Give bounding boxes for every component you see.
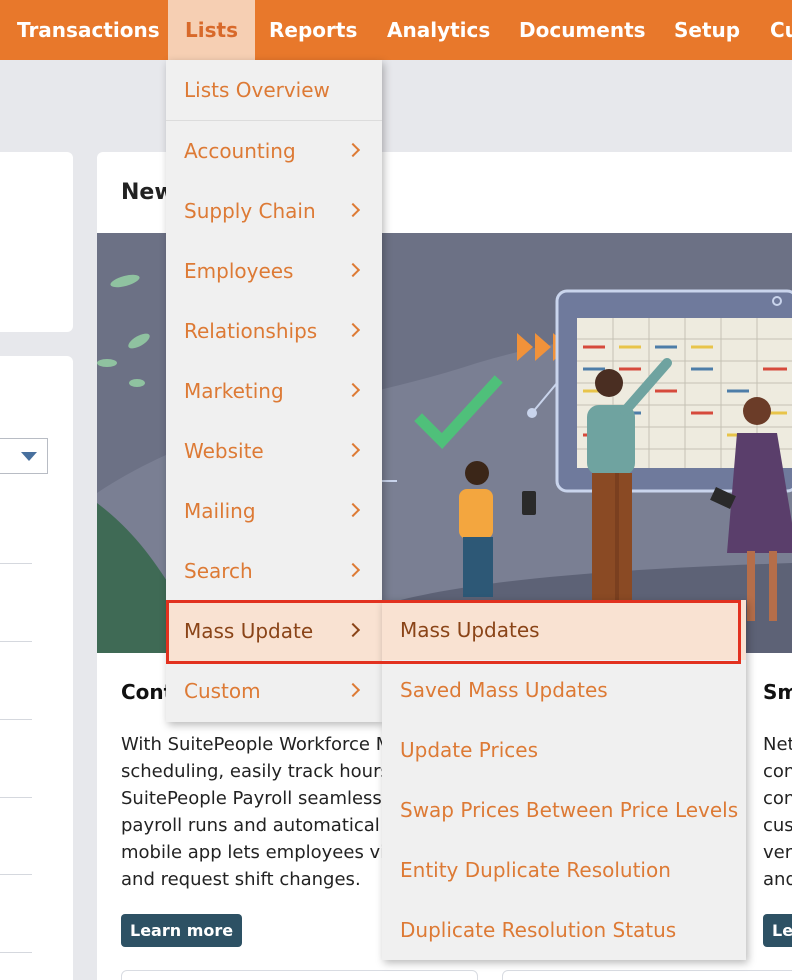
- menu-item-marketing[interactable]: Marketing: [166, 361, 382, 421]
- nav-transactions[interactable]: Transactions: [0, 0, 177, 60]
- menu-item-label: Search: [184, 559, 253, 583]
- learn-more-button[interactable]: Learn more: [121, 914, 243, 947]
- mini-card: [502, 970, 792, 980]
- chevron-right-icon: [345, 202, 361, 218]
- submenu-item-entity-duplicate-resolution[interactable]: Entity Duplicate Resolution: [382, 840, 746, 900]
- description-line: and request shift changes.: [121, 869, 361, 890]
- side-learn-more-button[interactable]: Le: [763, 914, 792, 947]
- menu-item-website[interactable]: Website: [166, 421, 382, 481]
- chevron-right-icon: [345, 562, 361, 578]
- menu-item-mailing[interactable]: Mailing: [166, 481, 382, 541]
- nav-lists[interactable]: Lists: [168, 0, 255, 60]
- menu-item-relationships[interactable]: Relationships: [166, 301, 382, 361]
- caret-down-icon: [21, 452, 37, 461]
- side-card-description: Net con con cus ver and: [763, 731, 792, 893]
- divider: [0, 797, 32, 798]
- chevron-right-icon: [345, 322, 361, 338]
- description-line: mobile app lets employees vi: [121, 842, 386, 863]
- mass-update-submenu: Mass Updates Saved Mass Updates Update P…: [382, 600, 746, 960]
- divider: [0, 719, 32, 720]
- divider: [0, 874, 32, 875]
- description-line: con: [763, 761, 792, 782]
- nav-documents[interactable]: Documents: [502, 0, 663, 60]
- menu-item-label: Mailing: [184, 499, 256, 523]
- menu-item-label: Relationships: [184, 319, 318, 343]
- description-line: SuitePeople Payroll seamless: [121, 788, 382, 809]
- menu-item-employees[interactable]: Employees: [166, 241, 382, 301]
- description-line: cus: [763, 815, 792, 836]
- divider: [0, 563, 32, 564]
- left-dropdown-select[interactable]: [0, 438, 48, 474]
- nav-customization[interactable]: Cu: [753, 0, 792, 60]
- lists-dropdown-menu: Lists Overview Accounting Supply Chain E…: [166, 60, 382, 722]
- menu-item-label: Website: [184, 439, 264, 463]
- menu-item-label: Marketing: [184, 379, 284, 403]
- description-line: Net: [763, 734, 792, 755]
- side-card-heading: Sm: [763, 680, 792, 704]
- description-line: payroll runs and automatical: [121, 815, 380, 836]
- submenu-item-duplicate-resolution-status[interactable]: Duplicate Resolution Status: [382, 900, 746, 960]
- chevron-right-icon: [345, 382, 361, 398]
- menu-item-custom[interactable]: Custom: [166, 661, 382, 721]
- description-line: scheduling, easily track hours: [121, 761, 390, 782]
- menu-item-label: Custom: [184, 679, 261, 703]
- left-card-top: [0, 152, 73, 332]
- submenu-item-swap-prices[interactable]: Swap Prices Between Price Levels: [382, 780, 746, 840]
- top-nav: Transactions Lists Reports Analytics Doc…: [0, 0, 792, 60]
- submenu-item-saved-mass-updates[interactable]: Saved Mass Updates: [382, 660, 746, 720]
- description-line: con: [763, 788, 792, 809]
- description-line: ver: [763, 842, 792, 863]
- news-card-description: With SuitePeople Workforce M scheduling,…: [121, 731, 391, 893]
- menu-item-label: Mass Update: [184, 619, 314, 643]
- menu-item-label: Supply Chain: [184, 199, 316, 223]
- description-line: With SuitePeople Workforce M: [121, 734, 392, 755]
- menu-item-mass-update[interactable]: Mass Update: [166, 601, 382, 661]
- menu-item-label: Employees: [184, 259, 294, 283]
- menu-item-accounting[interactable]: Accounting: [166, 121, 382, 181]
- menu-item-lists-overview[interactable]: Lists Overview: [166, 60, 382, 121]
- description-line: and: [763, 869, 792, 890]
- submenu-item-mass-updates[interactable]: Mass Updates: [382, 600, 746, 660]
- divider: [0, 952, 32, 953]
- menu-item-supply-chain[interactable]: Supply Chain: [166, 181, 382, 241]
- divider: [0, 641, 32, 642]
- chevron-right-icon: [345, 442, 361, 458]
- nav-analytics[interactable]: Analytics: [370, 0, 507, 60]
- nav-setup[interactable]: Setup: [657, 0, 757, 60]
- menu-item-search[interactable]: Search: [166, 541, 382, 601]
- chevron-right-icon: [345, 142, 361, 158]
- chevron-right-icon: [345, 262, 361, 278]
- chevron-right-icon: [345, 682, 361, 698]
- menu-item-label: Accounting: [184, 139, 296, 163]
- chevron-right-icon: [345, 502, 361, 518]
- nav-reports[interactable]: Reports: [252, 0, 374, 60]
- chevron-right-icon: [345, 622, 361, 638]
- mini-card: [121, 970, 478, 980]
- submenu-item-update-prices[interactable]: Update Prices: [382, 720, 746, 780]
